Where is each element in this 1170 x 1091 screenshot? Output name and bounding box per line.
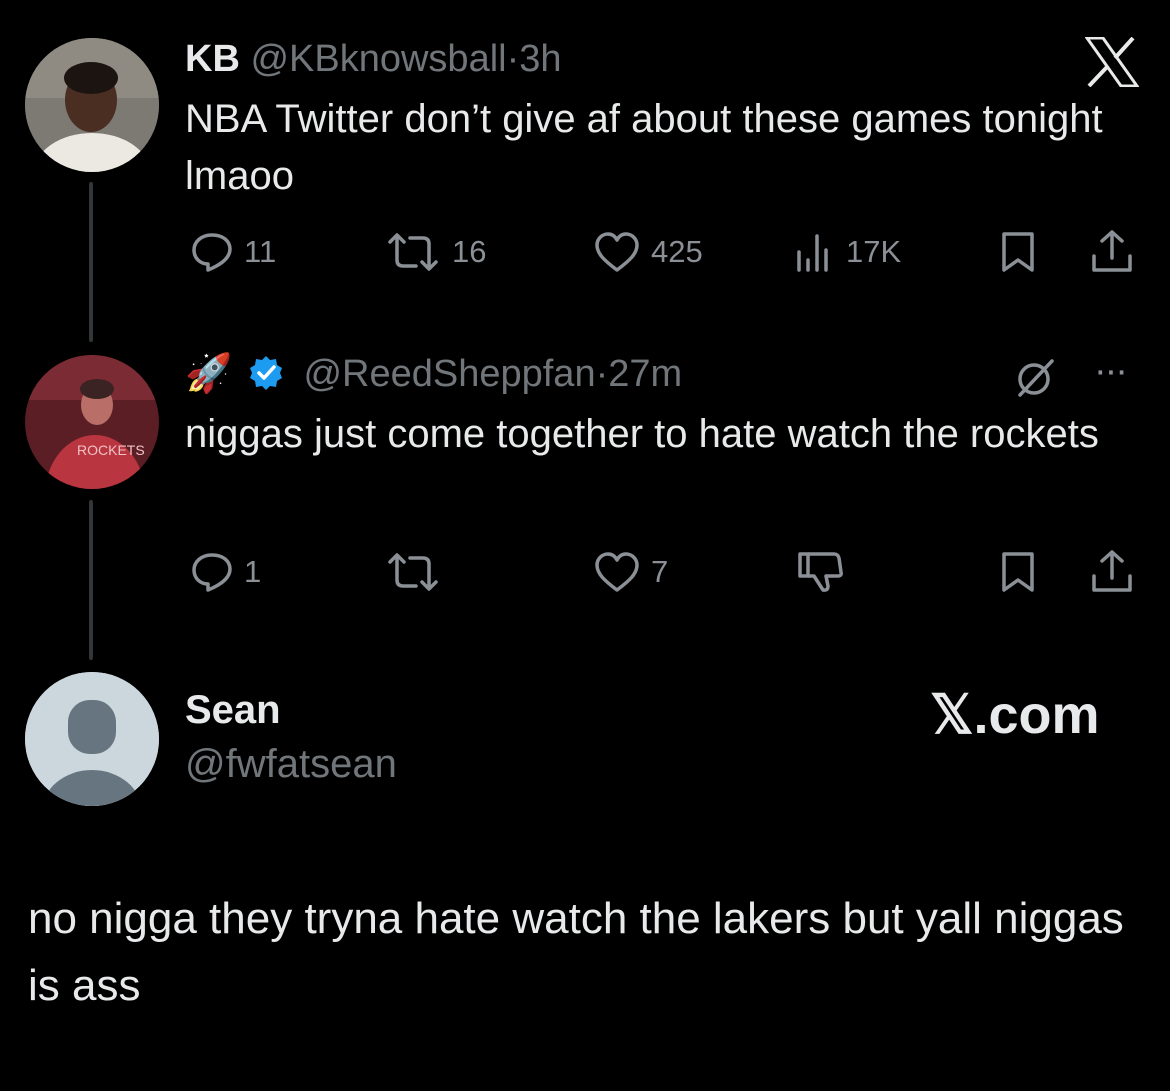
repost-icon [388,553,438,591]
reply-handle[interactable]: @fwfatsean [185,742,397,787]
avatar-sean[interactable] [25,672,159,806]
heart-icon [595,552,639,592]
tweet2-bookmark-button[interactable] [998,550,1038,599]
tweet1-reply-button[interactable]: 11 [190,230,276,274]
tweet2-text: niggas just come together to hate watch … [185,412,1099,456]
tweet2-like-count: 7 [651,554,669,589]
tweet1-view-count: 17K [846,234,902,269]
tweet1-separator: · [506,38,520,80]
grok-icon[interactable] [1014,357,1056,404]
heart-icon [595,232,639,272]
views-icon [797,234,828,272]
tweet1-views-button[interactable]: 17K [794,230,901,274]
tweet1-text: NBA Twitter don’t give af about these ga… [185,97,1103,198]
tweet1-handle[interactable]: @KBknowsball [250,38,506,80]
avatar-kb[interactable] [25,38,159,172]
reply-text: no nigga they tryna hate watch the laker… [28,894,1124,1010]
share-icon [1092,550,1132,592]
tweet2-display-name-emoji[interactable]: 🚀 [185,353,232,395]
tweet1-bookmark-button[interactable] [998,230,1038,279]
verified-badge-icon [247,354,285,402]
tweet1-header: KB @KBknowsball·3h [185,37,562,81]
thread-line [89,500,93,660]
tweet1-repost-button[interactable]: 16 [384,230,486,274]
tweet2-dislike-button[interactable] [796,548,844,599]
tweet2-like-button[interactable]: 7 [593,550,668,594]
tweet1-share-button[interactable] [1088,228,1136,279]
svg-text:ROCKETS: ROCKETS [77,442,145,458]
avatar-reedsheppfan[interactable]: ROCKETS [25,355,159,489]
tweet2-header: 🚀 @ReedSheppfan·27m [185,352,682,402]
bookmark-icon [1002,552,1034,592]
thumbs-down-icon [798,552,843,592]
tweet2-handle[interactable]: @ReedSheppfan [303,353,595,395]
avatar-photo-icon: ROCKETS [25,355,159,489]
share-icon [1092,230,1132,272]
thread-line [89,182,93,342]
tweet1-reply-count: 11 [244,234,277,269]
reply-icon [192,553,232,592]
tweet1-repost-count: 16 [452,234,487,269]
bookmark-icon [1002,232,1034,272]
tweet2-separator: · [595,353,609,395]
brand-watermark: 𝕏.com [930,685,1100,745]
x-logo-icon[interactable] [1084,36,1140,92]
tweet1-time[interactable]: 3h [519,38,561,80]
tweet1-display-name[interactable]: KB [185,38,240,80]
tweet1-like-count: 425 [651,234,703,269]
tweet2-more-button[interactable]: ··· [1094,350,1128,393]
tweet1-like-button[interactable]: 425 [593,230,703,274]
tweet2-reply-button[interactable]: 1 [190,550,261,594]
tweet2-repost-button[interactable] [384,550,442,599]
tweet2-time[interactable]: 27m [608,353,682,395]
reply-icon [192,233,232,272]
reply-display-name[interactable]: Sean [185,688,281,733]
default-avatar-icon [25,672,159,806]
tweet2-share-button[interactable] [1088,548,1136,599]
tweet2-reply-count: 1 [244,554,262,589]
avatar-photo-icon [25,38,159,172]
repost-icon [388,233,438,271]
